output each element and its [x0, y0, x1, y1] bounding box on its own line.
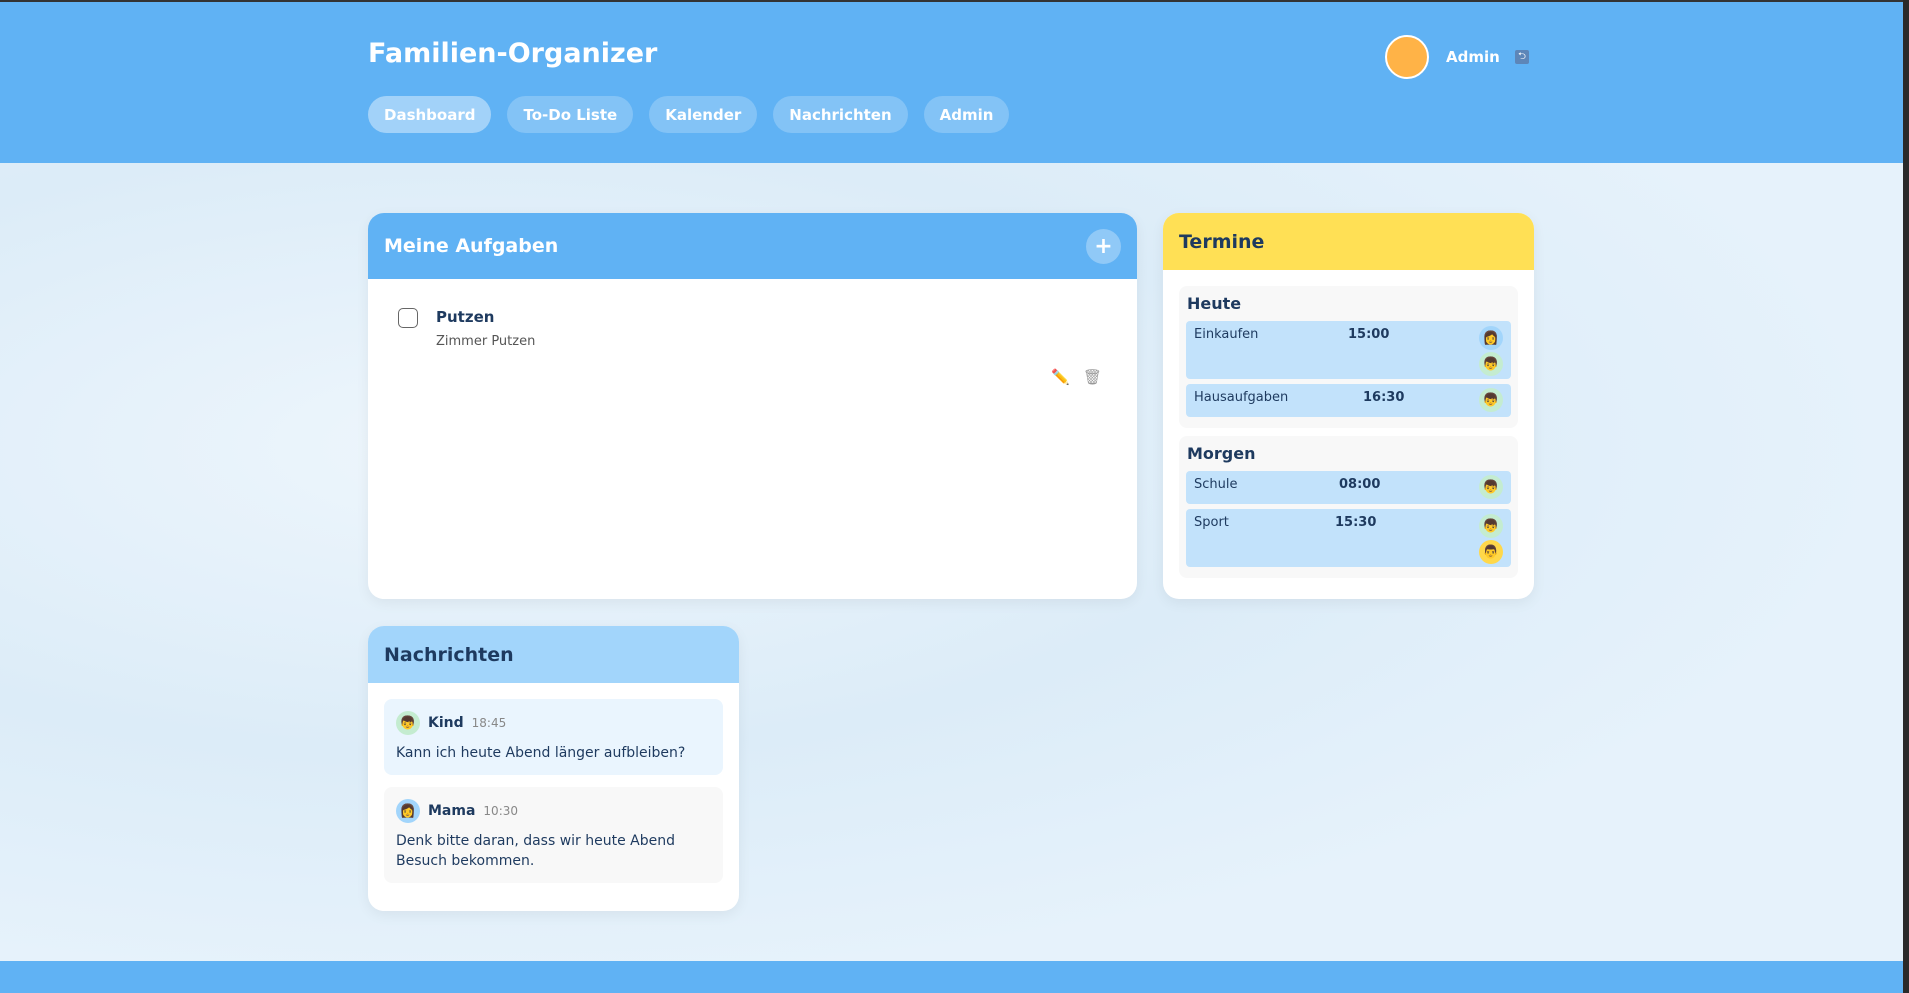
- edit-pencil-icon[interactable]: ✏️: [1051, 368, 1070, 386]
- tasks-title: Meine Aufgaben: [384, 235, 559, 257]
- nav-nachrichten[interactable]: Nachrichten: [773, 96, 908, 133]
- event-item[interactable]: Schule 08:00 👦: [1186, 471, 1511, 504]
- papa-avatar-icon: 👨: [1479, 540, 1503, 564]
- termine-header: Termine: [1163, 213, 1534, 270]
- event-item[interactable]: Sport 15:30 👦 👨: [1186, 509, 1511, 567]
- event-name: Schule: [1194, 477, 1238, 492]
- main-nav: Dashboard To-Do Liste Kalender Nachricht…: [368, 96, 1010, 133]
- trash-icon[interactable]: 🗑: [1083, 368, 1102, 386]
- message-sender: Kind: [428, 715, 464, 731]
- event-name: Einkaufen: [1194, 327, 1259, 342]
- message-text: Denk bitte daran, dass wir heute Abend B…: [396, 833, 676, 869]
- message-time: 10:30: [483, 804, 519, 818]
- group-heute: Heute Einkaufen 15:00 👩 👦 Hausaufgaben 16…: [1179, 286, 1518, 428]
- event-name: Hausaufgaben: [1194, 390, 1289, 405]
- message-item: 👩 Mama 10:30 Denk bitte daran, dass wir …: [384, 787, 723, 883]
- footer: [0, 961, 1903, 993]
- event-item[interactable]: Einkaufen 15:00 👩 👦: [1186, 321, 1511, 379]
- mama-avatar-icon: 👩: [1479, 326, 1503, 350]
- event-time: 08:00: [1339, 477, 1381, 492]
- kind-avatar-icon: 👦: [1479, 388, 1503, 412]
- event-item[interactable]: Hausaufgaben 16:30 👦: [1186, 384, 1511, 417]
- add-task-button[interactable]: +: [1086, 228, 1121, 264]
- user-name: Admin: [1446, 48, 1500, 66]
- event-time: 16:30: [1363, 390, 1405, 405]
- tasks-header: Meine Aufgaben +: [368, 213, 1137, 279]
- user-avatar[interactable]: [1385, 35, 1429, 79]
- messages-header: Nachrichten: [368, 626, 739, 683]
- nav-kalender[interactable]: Kalender: [649, 96, 758, 133]
- logout-icon[interactable]: ⮌: [1515, 50, 1529, 64]
- nav-admin[interactable]: Admin: [923, 96, 1010, 133]
- group-label: Morgen: [1187, 444, 1256, 463]
- task-description: Zimmer Putzen: [436, 334, 536, 349]
- termine-title: Termine: [1179, 230, 1265, 253]
- scrollbar[interactable]: [1903, 0, 1909, 993]
- group-morgen: Morgen Schule 08:00 👦 Sport 15:30 👦 👨: [1179, 436, 1518, 578]
- messages-card: Nachrichten 👦 Kind 18:45 Kann ich heute …: [368, 626, 739, 911]
- tasks-card: Meine Aufgaben + Putzen Zimmer Putzen ✏️…: [368, 213, 1137, 599]
- app-title: Familien-Organizer: [368, 38, 658, 69]
- kind-avatar-icon: 👦: [1479, 352, 1503, 376]
- group-label: Heute: [1187, 294, 1242, 313]
- message-text: Kann ich heute Abend länger aufbleiben?: [396, 745, 686, 761]
- header: Familien-Organizer Dashboard To-Do Liste…: [0, 2, 1903, 163]
- messages-title: Nachrichten: [384, 643, 514, 666]
- task-name: Putzen: [436, 308, 495, 326]
- message-sender: Mama: [428, 803, 476, 819]
- event-time: 15:00: [1348, 327, 1390, 342]
- kind-avatar-icon: 👦: [396, 711, 420, 735]
- nav-todo[interactable]: To-Do Liste: [507, 96, 634, 133]
- message-time: 18:45: [471, 716, 507, 730]
- termine-card: Termine Heute Einkaufen 15:00 👩 👦 Hausauf…: [1163, 213, 1534, 599]
- nav-dashboard[interactable]: Dashboard: [368, 96, 492, 133]
- mama-avatar-icon: 👩: [396, 799, 420, 823]
- task-checkbox[interactable]: [398, 308, 418, 328]
- event-time: 15:30: [1335, 515, 1377, 530]
- event-name: Sport: [1194, 515, 1229, 530]
- kind-avatar-icon: 👦: [1479, 514, 1503, 538]
- kind-avatar-icon: 👦: [1479, 475, 1503, 499]
- message-item: 👦 Kind 18:45 Kann ich heute Abend länger…: [384, 699, 723, 775]
